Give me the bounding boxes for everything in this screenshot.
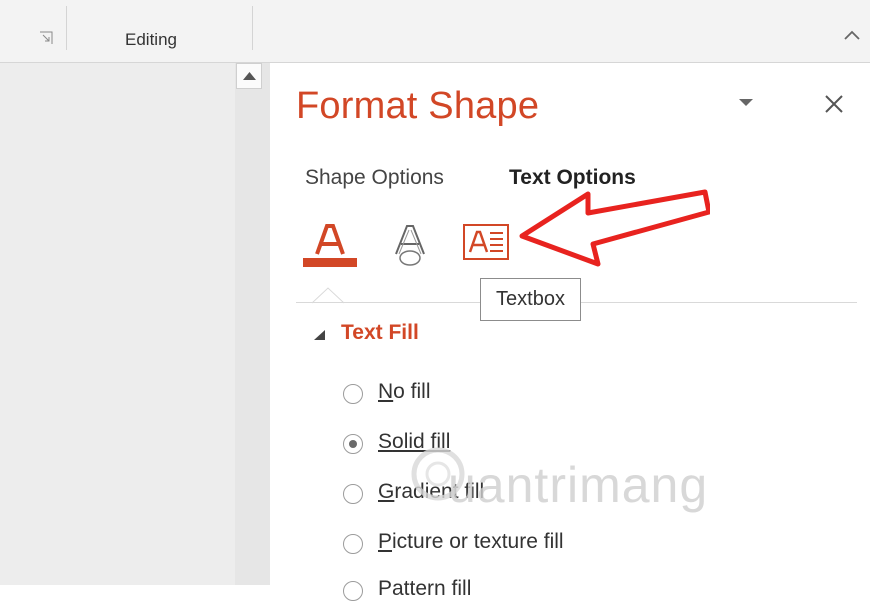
section-collapse-icon[interactable] [312,329,326,341]
pane-options-dropdown-icon[interactable] [736,95,756,109]
tooltip-textbox: Textbox [480,278,581,321]
radio-button[interactable] [343,434,363,454]
radio-button[interactable] [343,534,363,554]
accesskey-letter: G [378,480,395,503]
scroll-up-button[interactable] [236,63,262,89]
collapse-ribbon-icon[interactable] [843,28,861,42]
radio-selected-dot [349,440,357,448]
vertical-scrollbar[interactable] [235,63,270,585]
accesskey-letter: S [378,430,393,453]
accesskey-letter: P [378,530,393,553]
tab-shape-options[interactable]: Shape Options [305,166,444,190]
radio-button[interactable] [343,484,363,504]
watermark-text: uantrimang [448,457,709,513]
annotation-arrow [519,189,710,267]
ribbon-group-editing[interactable]: Editing [125,30,177,50]
dialog-launcher-icon[interactable] [39,31,53,45]
ribbon-separator [66,6,67,50]
triangle-up-icon [243,72,256,80]
ribbon-separator [252,6,253,50]
textbox-icon[interactable] [461,222,511,262]
radio-button[interactable] [343,384,363,404]
radio-label: Pattern fill [378,577,472,600]
pane-title: Format Shape [296,85,540,127]
radio-label: o fill [393,380,431,403]
slide-area [0,63,235,585]
section-title-text-fill[interactable]: Text Fill [341,321,419,345]
accesskey-letter: N [378,380,394,403]
text-fill-outline-icon[interactable] [303,220,357,268]
radio-label: icture or texture fill [392,530,564,553]
close-icon[interactable] [823,93,845,115]
radio-button[interactable] [343,581,363,601]
text-effects-icon[interactable] [386,222,434,268]
